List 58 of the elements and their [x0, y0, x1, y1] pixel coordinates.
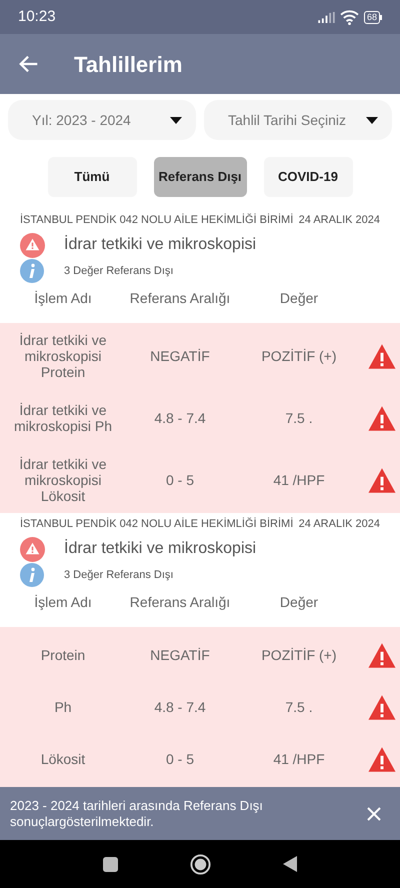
battery-icon: 68 [364, 10, 382, 24]
filter-tab[interactable]: COVID-19 [264, 157, 352, 197]
dropdown-field[interactable]: Yıl: 2023 - 2024 [8, 100, 196, 140]
snackbar-message: 2023 - 2024 tarihleri arasında Referans Dışı sonuçlargösterilmektedir. [10, 798, 264, 830]
column-header: Referans Aralığı [130, 592, 230, 612]
warning-icon [367, 342, 397, 370]
institution-name: İSTANBUL PENDİK 042 NOLU AİLE HEKİMLİĞİ BİRİMİ [20, 516, 294, 532]
warning-icon [367, 466, 397, 494]
column-header: Referans Aralığı [130, 288, 230, 308]
table-cell: 4.8 - 7.4 [154, 410, 206, 426]
test-title: İdrar tetkiki ve mikroskopisi [64, 234, 256, 255]
table-cell: 41 /HPF [273, 751, 325, 767]
caret-icon [170, 116, 182, 124]
warning-icon [20, 536, 45, 562]
warning-icon [367, 404, 397, 432]
table-cell: NEGATİF [150, 348, 210, 364]
institution-name: İSTANBUL PENDİK 042 NOLU AİLE HEKİMLİĞİ BİRİMİ [20, 212, 294, 228]
table-cell: POZİTİF (+) [261, 647, 337, 663]
info-icon [20, 259, 44, 283]
recents-button[interactable] [103, 856, 118, 872]
table-cell: 7.5 . [285, 699, 313, 715]
warning-icon [367, 694, 397, 720]
warning-icon [367, 642, 397, 668]
table-cell: 41 /HPF [273, 472, 325, 488]
table-cell: 7.5 . [285, 410, 313, 426]
table-cell-text: Ph [53, 699, 73, 715]
table-cell: POZİTİF (+) [261, 348, 337, 364]
table-cell-text: İdrar tetkiki ve mikroskopisi Lökosit [18, 456, 108, 504]
table-cell-text: Protein [40, 647, 86, 663]
info-icon [20, 563, 44, 587]
result-date: 24 ARALIK 2024 [298, 213, 380, 228]
out-of-range-summary: 3 Değer Referans Dışı [64, 568, 174, 583]
back-button[interactable] [283, 856, 297, 872]
table-cell-text: İdrar tetkiki ve mikroskopisi Protein [18, 332, 108, 380]
filter-tab[interactable]: Referans Dışı [154, 157, 246, 197]
table-cell-text: İdrar tetkiki ve mikroskopisi Ph [12, 402, 114, 434]
dropdown-field[interactable]: Tahlil Tarihi Seçiniz [204, 100, 392, 140]
warning-icon [20, 232, 45, 258]
filter-tab[interactable]: Tümü [48, 157, 136, 197]
table-cell: 0 - 5 [166, 751, 194, 767]
table-cell: NEGATİF [150, 647, 210, 663]
status-time: 10:23 [18, 6, 56, 27]
caret-icon [366, 116, 378, 124]
table-cell: 4.8 - 7.4 [154, 699, 206, 715]
test-title: İdrar tetkiki ve mikroskopisi [64, 538, 256, 559]
column-header: Değer [280, 592, 318, 612]
out-of-range-summary: 3 Değer Referans Dışı [64, 264, 174, 279]
table-cell-text: Lökosit [40, 751, 86, 767]
warning-icon [367, 746, 397, 772]
column-header: İşlem Adı [34, 592, 92, 612]
screen-title: Tahlillerim [74, 50, 182, 78]
home-button[interactable] [190, 854, 211, 874]
wifi-icon [340, 10, 359, 24]
result-date: 24 ARALIK 2024 [298, 517, 380, 532]
column-header: İşlem Adı [34, 288, 92, 308]
table-cell: 0 - 5 [166, 472, 194, 488]
column-header: Değer [280, 288, 318, 308]
signal-icon [318, 12, 335, 22]
